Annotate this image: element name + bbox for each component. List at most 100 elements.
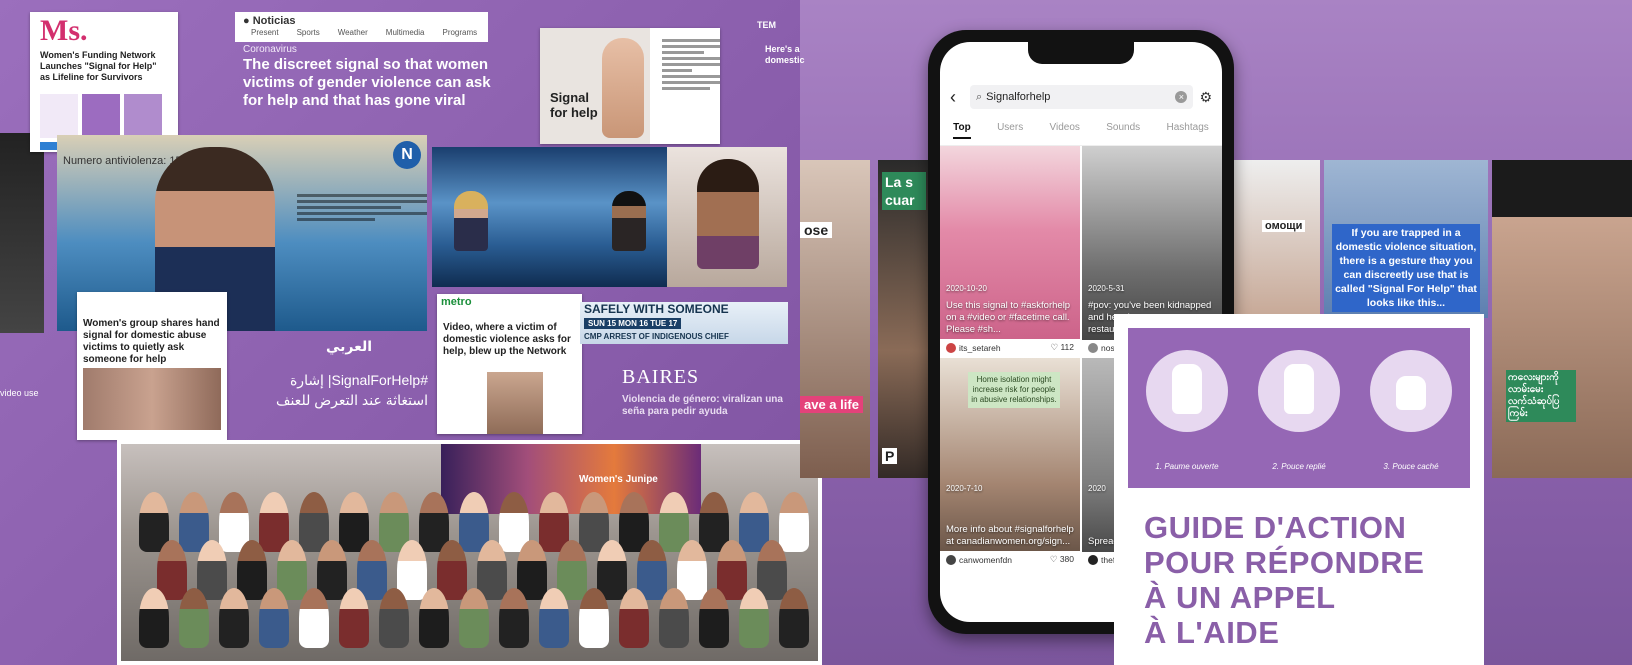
person-figure [179, 588, 209, 648]
anchor-figure [612, 191, 646, 251]
fist-icon [1396, 376, 1426, 410]
open-palm-icon [1172, 364, 1202, 414]
noticias-section: Coronavirus [243, 44, 297, 55]
anchor-figure [454, 191, 488, 251]
womens-group-headline: Women's group shares hand signal for dom… [83, 318, 220, 365]
person-figure [779, 492, 809, 552]
blue-caption: If you are trapped in a domestic violenc… [1332, 224, 1480, 312]
step-circle [1146, 350, 1228, 432]
thumb-label: P [882, 448, 898, 464]
video-likes: ♡ 112 [1050, 342, 1074, 352]
video-caption: More info about #signalforhelp at canadi… [946, 524, 1074, 547]
ticker-headline: SAFELY WITH SOMEONE [584, 302, 729, 316]
back-arrow-icon[interactable]: ‹ [950, 87, 964, 108]
video-thumb: омощи [1234, 160, 1320, 318]
person-figure [299, 588, 329, 648]
person-figure [597, 540, 627, 600]
thumb-label: ave a life [800, 396, 863, 413]
ticker-arrest: CMP ARREST OF INDIGENOUS CHIEF [584, 332, 729, 341]
article-photos [83, 368, 221, 430]
person-figure [699, 588, 729, 648]
video-date: 2020-10-20 [946, 284, 987, 293]
person-figure [397, 540, 427, 600]
metro-photo [487, 372, 543, 434]
step-label: 1. Paume ouverte [1155, 462, 1219, 471]
guide-title-line: POUR RÉPONDRE [1144, 545, 1425, 580]
person-figure [677, 540, 707, 600]
video-thumb: La s cuar P [878, 160, 934, 478]
tem-headline: Here's a domestic [765, 44, 805, 65]
noticias-nav: Present Sports Weather Multimedia Progra… [235, 28, 488, 37]
article-text [297, 191, 427, 224]
metro-article: metro Video, where a victim of domestic … [437, 294, 582, 434]
video-thumb: If you are trapped in a domestic violenc… [1324, 160, 1488, 318]
video-caption: Use this signal to #askforhelp on a #vid… [946, 300, 1071, 335]
person-figure [459, 588, 489, 648]
group-people [131, 484, 809, 661]
tab-users[interactable]: Users [997, 122, 1023, 139]
video-user: canwomenfdn [959, 554, 1012, 565]
filter-icon[interactable]: ⚙ [1199, 89, 1212, 106]
video-result[interactable]: 2020-10-20 Use this signal to #askforhel… [940, 146, 1080, 356]
noticias-nav-item: Present [251, 28, 279, 37]
guest-figure [697, 159, 759, 269]
video-user: its_setareh [959, 342, 1001, 353]
person-figure [739, 588, 769, 648]
arabic-headline-1: #SignalForHelp| إشارة [289, 372, 428, 388]
action-guide-card: 1. Paume ouverte 2. Pouce replié 3. Pouc… [1114, 314, 1484, 665]
hand-icon [602, 38, 644, 138]
video-date: 2020-5-31 [1088, 284, 1125, 293]
person-figure [317, 540, 347, 600]
person-figure [539, 588, 569, 648]
ms-logo: Ms. [40, 14, 88, 47]
avatar [1088, 343, 1098, 353]
person-figure [237, 540, 267, 600]
video-thumb: ose ave a life [800, 160, 870, 478]
video-likes: ♡ 380 [1049, 554, 1074, 564]
person-figure [579, 588, 609, 648]
search-input[interactable]: ⌕ Signalforhelp × [970, 85, 1194, 109]
person-figure [379, 588, 409, 648]
ms-article-card: Ms. Women's Funding Network Launches "Si… [30, 12, 178, 152]
tab-hashtags[interactable]: Hashtags [1167, 122, 1209, 139]
signal-text: Signal for help [550, 90, 598, 120]
guide-title-line: GUIDE D'ACTION [1144, 510, 1407, 545]
noticias-logo-icon: ● [243, 15, 250, 27]
step-label: 3. Pouce caché [1383, 462, 1439, 471]
person-figure [757, 540, 787, 600]
arabic-headline-2: استغاثة عند التعرض للعنف [275, 392, 428, 408]
person-figure [219, 588, 249, 648]
tab-videos[interactable]: Videos [1050, 122, 1080, 139]
thumb-label: La s cuar [882, 172, 926, 210]
baires-headline: Violencia de género: viralizan una seña … [622, 394, 783, 417]
person-figure [557, 540, 587, 600]
napoli-logo: N [393, 141, 421, 169]
person-figure [437, 540, 467, 600]
avatar [1088, 555, 1098, 565]
metro-headline: Video, where a victim of domestic violen… [443, 322, 571, 357]
thumb-label: ကလေးများကို လာမ်းမေး လက်သံဆုပ်ပြကြမ်း [1506, 370, 1576, 422]
noticias-nav-item: Sports [296, 28, 320, 37]
signal-instagram-card: Signal for help [540, 28, 720, 144]
video-result[interactable]: Home isolation might increase risk for p… [940, 358, 1080, 568]
search-row: ‹ ⌕ Signalforhelp × ⚙ [950, 84, 1212, 110]
person-figure [637, 540, 667, 600]
news-studio-photo [432, 147, 667, 287]
noticias-nav-item: Multimedia [385, 28, 425, 37]
video-thumb: ကလေးများကို လာမ်းမေး လက်သံဆုပ်ပြကြမ်း [1492, 160, 1632, 478]
ticker-days: SUN 15 MON 16 TUE 17 [584, 318, 682, 329]
tab-top[interactable]: Top [953, 122, 971, 139]
tab-sounds[interactable]: Sounds [1106, 122, 1140, 139]
video-date: 2020 [1088, 484, 1106, 493]
noticias-nav-item: Weather [337, 28, 368, 37]
noticias-brand: Noticias [252, 15, 296, 27]
person-figure [717, 540, 747, 600]
baires-logo: BAIRES [622, 366, 700, 388]
arabic-brand: العربي [326, 338, 373, 354]
left-edge-video-thumb [0, 133, 44, 333]
guide-title-line: À UN APPEL [1144, 580, 1336, 615]
team-group-photo: Women's Junipe [117, 440, 822, 665]
video-date: 2020-7-10 [946, 484, 983, 493]
guide-header: 1. Paume ouverte 2. Pouce replié 3. Pouc… [1128, 328, 1470, 488]
clear-icon[interactable]: × [1175, 91, 1188, 103]
